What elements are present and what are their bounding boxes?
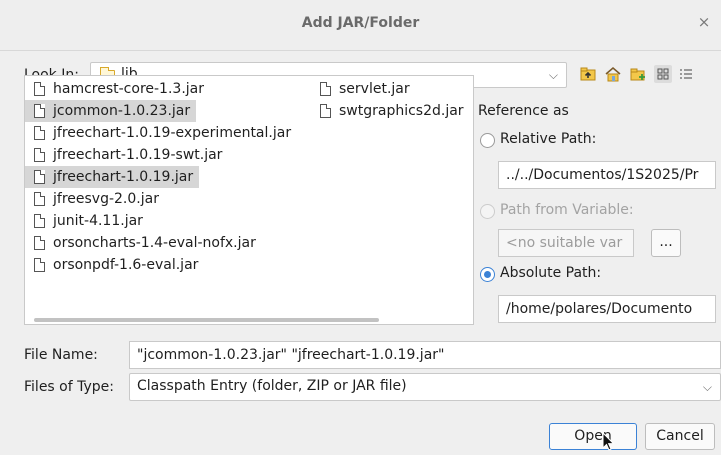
variable-select: <no suitable var xyxy=(498,229,634,257)
new-folder-icon[interactable] xyxy=(629,65,647,83)
file-name-input[interactable]: "jcommon-1.0.23.jar" "jfreechart-1.0.19.… xyxy=(129,341,721,369)
file-icon xyxy=(34,82,45,96)
list-item[interactable]: hamcrest-core-1.3.jar xyxy=(25,78,210,100)
cancel-button[interactable]: Cancel xyxy=(645,423,715,450)
path-from-variable-radio xyxy=(480,204,495,219)
file-name-label: File Name: xyxy=(24,347,98,363)
list-item[interactable]: jfreesvg-2.0.jar xyxy=(25,188,165,210)
reference-heading: Reference as xyxy=(478,103,569,119)
path-from-variable-label: Path from Variable: xyxy=(500,202,634,218)
file-icon xyxy=(34,258,45,272)
close-icon[interactable]: × xyxy=(695,13,713,31)
file-icon xyxy=(320,82,331,96)
browse-variable-button[interactable]: ... xyxy=(651,229,681,257)
details-view-icon[interactable] xyxy=(677,65,695,83)
open-button[interactable]: Open xyxy=(549,423,637,450)
file-icon xyxy=(34,104,45,118)
file-icon xyxy=(34,148,45,162)
scrollbar-thumb[interactable] xyxy=(34,318,379,322)
absolute-path-field[interactable]: /home/polares/Documento xyxy=(498,295,716,323)
window-title: Add JAR/Folder xyxy=(301,15,420,31)
title-bar: Add JAR/Folder × xyxy=(0,0,721,51)
list-item[interactable]: jfreechart-1.0.19-experimental.jar xyxy=(25,122,297,144)
list-item[interactable]: jfreechart-1.0.19-swt.jar xyxy=(25,144,228,166)
list-item[interactable]: servlet.jar xyxy=(311,78,416,100)
relative-path-field[interactable]: ../../Documentos/1S2025/Pr xyxy=(498,161,716,189)
chevron-down-icon: ⌵ xyxy=(548,68,558,82)
file-icon xyxy=(34,170,45,184)
file-icon xyxy=(34,236,45,250)
file-list[interactable]: hamcrest-core-1.3.jar jcommon-1.0.23.jar… xyxy=(24,75,474,325)
list-view-icon[interactable] xyxy=(654,65,672,83)
list-item[interactable]: swtgraphics2d.jar xyxy=(311,100,470,122)
file-icon xyxy=(34,192,45,206)
list-item[interactable]: orsonpdf-1.6-eval.jar xyxy=(25,254,204,276)
file-icon xyxy=(34,126,45,140)
file-icon xyxy=(34,214,45,228)
relative-path-label[interactable]: Relative Path: xyxy=(500,131,596,147)
list-item[interactable]: junit-4.11.jar xyxy=(25,210,149,232)
files-of-type-combo[interactable]: Classpath Entry (folder, ZIP or JAR file… xyxy=(129,373,721,401)
list-item[interactable]: jfreechart-1.0.19.jar xyxy=(25,166,200,188)
absolute-path-radio[interactable] xyxy=(480,267,495,282)
files-of-type-label: Files of Type: xyxy=(24,379,114,395)
absolute-path-label[interactable]: Absolute Path: xyxy=(500,265,601,281)
up-folder-icon[interactable] xyxy=(579,65,597,83)
relative-path-radio[interactable] xyxy=(480,133,495,148)
horizontal-scrollbar[interactable] xyxy=(26,317,472,323)
file-icon xyxy=(320,104,331,118)
list-item[interactable]: jcommon-1.0.23.jar xyxy=(25,100,197,122)
home-icon[interactable] xyxy=(604,65,622,83)
mouse-cursor-icon xyxy=(602,432,615,451)
chevron-down-icon: ⌵ xyxy=(702,380,712,394)
files-of-type-value: Classpath Entry (folder, ZIP or JAR file… xyxy=(137,378,407,394)
list-item[interactable]: orsoncharts-1.4-eval-nofx.jar xyxy=(25,232,262,254)
